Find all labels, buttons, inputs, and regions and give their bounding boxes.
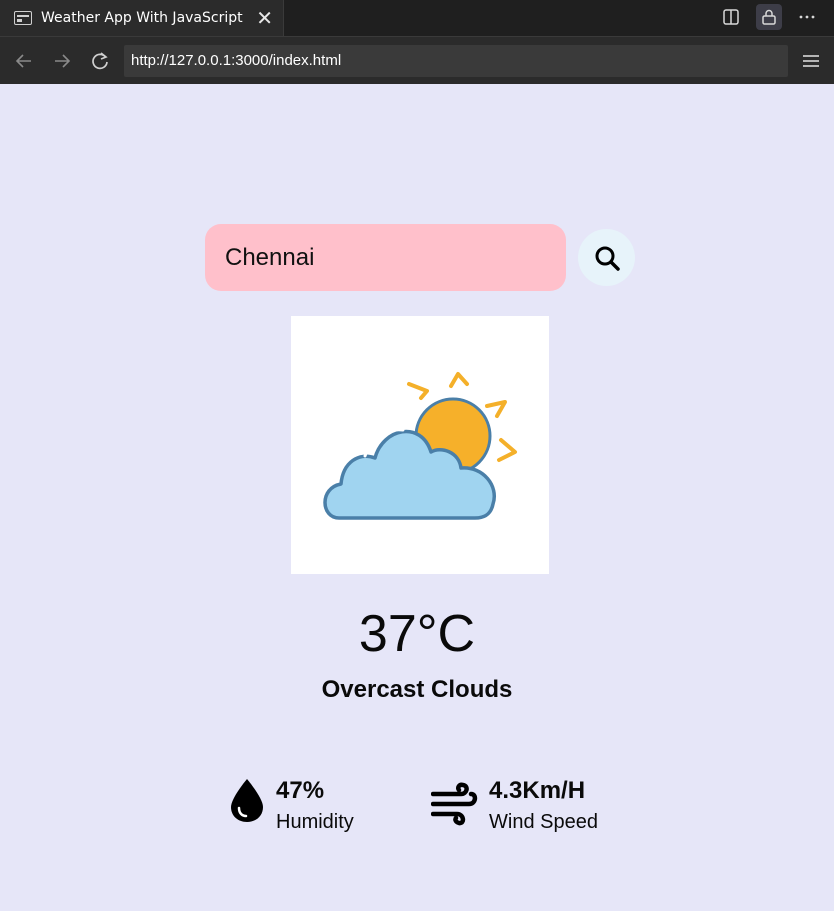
wind-stat: 4.3Km/H Wind Speed (431, 776, 598, 834)
lock-icon[interactable] (756, 4, 782, 30)
tab-actions (718, 4, 820, 30)
page-icon (14, 11, 32, 25)
wind-icon (431, 782, 478, 826)
search-icon (595, 246, 620, 271)
browser-nav-bar: http://127.0.0.1:3000/index.html (0, 36, 834, 84)
weather-app: Chennai 37°C Overcast Clouds 47% Humidit… (0, 84, 834, 911)
cloud-sun-icon (323, 372, 517, 520)
city-search-input[interactable]: Chennai (205, 224, 566, 291)
tab-title: Weather App With JavaScript (41, 10, 243, 26)
weather-icon-card (291, 316, 549, 574)
close-tab-icon[interactable]: ✕ (256, 8, 273, 28)
wind-label: Wind Speed (489, 811, 598, 833)
water-drop-icon (231, 779, 263, 822)
humidity-label: Humidity (276, 811, 354, 833)
search-button[interactable] (578, 229, 635, 286)
wind-value: 4.3Km/H (489, 777, 586, 804)
temperature: 37°C (358, 605, 476, 663)
weather-condition: Overcast Clouds (321, 676, 513, 703)
forward-arrow-icon[interactable] (46, 45, 78, 77)
split-view-icon[interactable] (718, 4, 744, 30)
back-arrow-icon[interactable] (8, 45, 40, 77)
browser-tab-bar: Weather App With JavaScript ✕ (0, 0, 834, 36)
humidity-stat: 47% Humidity (228, 776, 354, 834)
address-bar[interactable]: http://127.0.0.1:3000/index.html (124, 44, 788, 77)
more-options-icon[interactable] (794, 4, 820, 30)
reload-icon[interactable] (84, 45, 116, 77)
browser-tab[interactable]: Weather App With JavaScript ✕ (0, 0, 284, 36)
menu-icon[interactable] (796, 46, 826, 76)
humidity-value: 47% (276, 777, 325, 804)
